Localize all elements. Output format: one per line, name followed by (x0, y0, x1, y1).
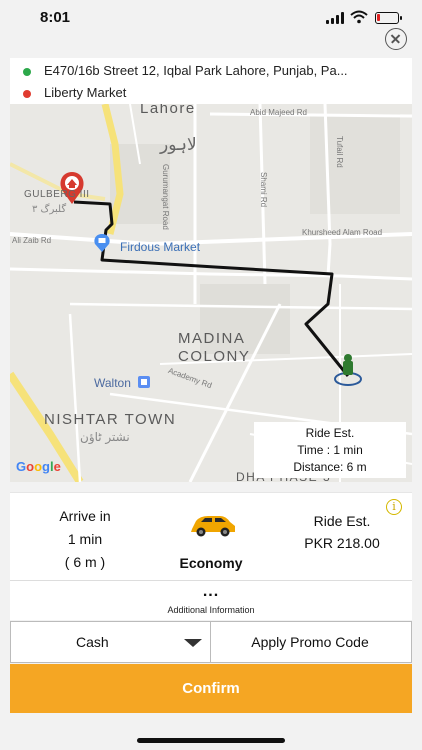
fare-value: PKR 218.00 (304, 535, 380, 551)
road-label-tufail: Tufail Rd (335, 136, 344, 168)
arrival-estimate: Arrive in 1 min ( 6 m ) (40, 505, 130, 574)
road-label-zaib: Ali Zaib Rd (12, 236, 52, 245)
apply-promo-label: Apply Promo Code (251, 634, 369, 650)
payment-method-label: Cash (76, 634, 109, 650)
dropoff-address: Liberty Market (44, 85, 127, 100)
arrive-distance: ( 6 m ) (64, 554, 106, 570)
map-view[interactable]: Lahore لاہور GULBERG III گلبرگ ۳ MADINA … (10, 104, 412, 482)
road-label-khursheed: Khursheed Alam Road (302, 228, 383, 237)
eta-title: Ride Est. (305, 426, 355, 440)
ride-estimate-overlay: Ride Est. Time : 1 min Distance: 6 m (254, 422, 406, 478)
road-label-shami: Shami Rd (259, 172, 268, 208)
chevron-down-icon (184, 639, 202, 647)
dropoff-row[interactable]: Liberty Market (10, 82, 412, 104)
google-logo: Google (16, 459, 61, 474)
confirm-button[interactable]: Confirm (10, 664, 412, 713)
map-gulberg-urdu-label: گلبرگ ۳ (32, 204, 67, 215)
pickup-row[interactable]: E470/16b Street 12, Iqbal Park Lahore, P… (10, 60, 412, 82)
map-madina-line1: MADINA (178, 330, 246, 347)
car-icon[interactable] (188, 511, 238, 539)
map-madina-line2: COLONY (178, 348, 251, 365)
ride-summary-panel: Arrive in 1 min ( 6 m ) Economy Ride Est… (10, 492, 412, 580)
route-summary[interactable]: E470/16b Street 12, Iqbal Park Lahore, P… (10, 58, 412, 104)
info-icon[interactable]: i (386, 499, 402, 515)
map-nishtar-label: NISHTAR TOWN (44, 411, 177, 428)
map-firdous-label: Firdous Market (120, 240, 201, 254)
status-time: 8:01 (40, 9, 71, 26)
vehicle-type: Economy (179, 555, 243, 571)
road-label-abid-majeed: Abid Majeed Rd (250, 108, 307, 117)
payment-row: Cash Apply Promo Code (10, 621, 412, 663)
fare-estimate: Ride Est. PKR 218.00 (282, 510, 402, 554)
eta-time: Time : 1 min (297, 443, 363, 457)
pickup-dot-icon (23, 68, 31, 76)
payment-method-select[interactable]: Cash (11, 622, 211, 662)
pickup-address: E470/16b Street 12, Iqbal Park Lahore, P… (44, 63, 348, 78)
status-bar: 8:01 (0, 0, 422, 36)
map-gulberg-label: GULBERG III (24, 189, 90, 200)
more-dots-icon: ... (202, 583, 220, 600)
dropoff-dot-icon (23, 90, 31, 98)
close-button[interactable] (385, 28, 407, 50)
apply-promo-button[interactable]: Apply Promo Code (212, 622, 412, 662)
additional-information-button[interactable]: ... Additional Information (10, 580, 412, 620)
road-label-gurumangat: Gurumangat Road (161, 164, 170, 230)
fare-label: Ride Est. (313, 513, 371, 529)
eta-distance: Distance: 6 m (293, 460, 367, 474)
map-city-label-urdu: لاہور (160, 135, 197, 155)
map-city-label: Lahore (140, 104, 196, 117)
map-walton-label: Walton (94, 376, 131, 390)
cellular-signal-icon (326, 12, 344, 24)
battery-icon (375, 12, 402, 24)
home-indicator[interactable] (137, 738, 285, 743)
additional-information-label: Additional Information (167, 605, 255, 615)
map-nishtar-urdu-label: نشتر ٹاؤن (80, 430, 130, 444)
arrive-time: 1 min (67, 531, 103, 547)
arrive-label: Arrive in (59, 508, 111, 524)
wifi-icon (350, 10, 368, 24)
